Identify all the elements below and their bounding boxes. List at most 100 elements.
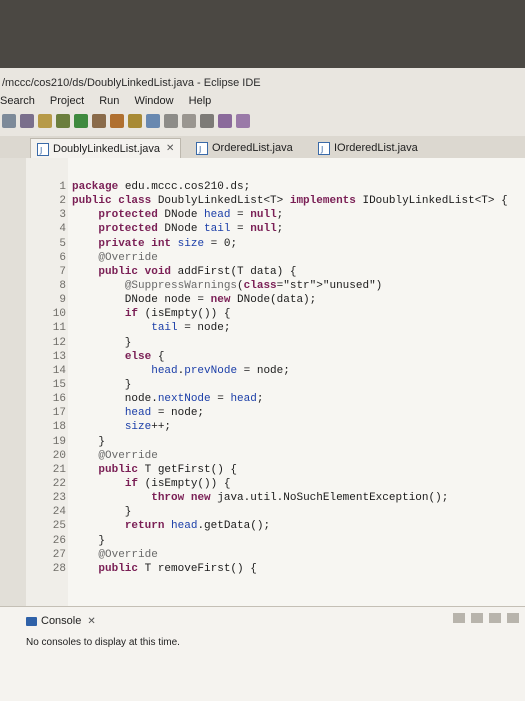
open-console-icon[interactable]	[489, 613, 501, 623]
code-text: @SuppressWarnings(class="str">"unused")	[124, 279, 383, 292]
code-text: node.nextNode = head;	[72, 393, 264, 406]
line-number: 1	[59, 181, 66, 193]
debug-icon[interactable]	[56, 114, 70, 128]
code-text: public T removeFirst() {	[98, 562, 257, 575]
code-line[interactable]: 1 package edu.mccc.cos210.ds;	[26, 180, 525, 194]
toggle-icon[interactable]	[146, 114, 160, 128]
code-text: return head.getData();	[124, 520, 271, 533]
menu-project[interactable]: Project	[50, 92, 84, 110]
layout-icon[interactable]	[164, 114, 178, 128]
java-file-icon	[37, 141, 49, 161]
tab-label: DoublyLinkedList.java	[53, 143, 161, 155]
line-number: 7	[59, 265, 66, 278]
code-text: throw new java.util.NoSuchElementExcepti…	[151, 492, 449, 505]
back-icon[interactable]	[218, 114, 232, 128]
code-text: head.prevNode = node;	[151, 364, 290, 377]
code-line[interactable]: 16 node.nextNode = head;	[26, 392, 525, 406]
code-line[interactable]: 10 if (isEmpty()) {	[26, 307, 525, 321]
code-line[interactable]: 6 @Override	[26, 251, 525, 265]
code-line[interactable]: 23 throw new java.util.NoSuchElementExce…	[26, 491, 525, 505]
code-line[interactable]: 24 }	[26, 505, 525, 519]
code-text: private int size = 0;	[98, 237, 238, 250]
code-text: if (isEmpty()) {	[124, 308, 231, 321]
console-toolbar	[453, 613, 519, 623]
code-text: else {	[124, 350, 165, 363]
line-number: 10	[52, 308, 66, 321]
line-number: 14	[52, 364, 66, 377]
code-line[interactable]: 26 }	[26, 534, 525, 548]
pin-icon[interactable]	[110, 114, 124, 128]
code-line[interactable]: 17 head = node;	[26, 406, 525, 420]
pin-console-icon[interactable]	[453, 613, 465, 623]
line-number: 12	[52, 336, 66, 349]
line-number: 27	[52, 548, 66, 561]
code-text: }	[72, 506, 132, 519]
code-line[interactable]: 12 }	[26, 336, 525, 350]
code-line[interactable]: 3 protected DNode head = null;	[26, 208, 525, 222]
code-area[interactable]: 1 package edu.mccc.cos210.ds; 2 public clas…	[26, 180, 525, 576]
line-number: 22	[52, 477, 66, 490]
line-number: 6	[59, 251, 66, 264]
line-number: 13	[52, 350, 66, 363]
code-line[interactable]: 20 @Override	[26, 449, 525, 463]
forward-icon[interactable]	[236, 114, 250, 128]
code-text: @Override	[98, 251, 158, 264]
close-icon[interactable]: ✕	[166, 139, 174, 159]
run-icon[interactable]	[74, 114, 88, 128]
code-line[interactable]: 11 tail = node;	[26, 321, 525, 335]
console-tab[interactable]: Console ✕	[26, 615, 96, 627]
code-text: tail = node;	[151, 322, 231, 335]
menu-run[interactable]: Run	[99, 92, 119, 110]
edit-icon[interactable]	[128, 114, 142, 128]
code-text: head = node;	[124, 407, 205, 420]
code-line[interactable]: 9 DNode node = new DNode(data);	[26, 293, 525, 307]
code-text: if (isEmpty()) {	[124, 477, 231, 490]
minimize-icon[interactable]	[507, 613, 519, 623]
tab-orderedlist[interactable]: OrderedList.java	[190, 138, 299, 160]
code-line[interactable]: 19 }	[26, 435, 525, 449]
tab-label: IOrderedList.java	[334, 142, 418, 154]
new-icon[interactable]	[2, 114, 16, 128]
code-line[interactable]: 22 if (isEmpty()) {	[26, 477, 525, 491]
code-line[interactable]: 28 public T removeFirst() {	[26, 562, 525, 576]
line-number: 17	[52, 407, 66, 420]
tab-doublylinkedlist[interactable]: DoublyLinkedList.java ✕	[30, 138, 182, 161]
code-text: @Override	[98, 548, 158, 561]
menu-help[interactable]: Help	[189, 92, 212, 110]
close-icon[interactable]: ✕	[87, 616, 95, 627]
code-line[interactable]: 21 public T getFirst() {	[26, 463, 525, 477]
code-text: DNode node = new DNode(data);	[72, 294, 317, 307]
paragraph-icon[interactable]	[182, 114, 196, 128]
code-line[interactable]: 27 @Override	[26, 548, 525, 562]
java-file-icon	[318, 140, 330, 160]
search-icon[interactable]	[20, 114, 34, 128]
line-number: 15	[52, 378, 66, 391]
code-line[interactable]: 2 public class DoublyLinkedList<T> implem…	[26, 194, 525, 208]
code-line[interactable]: 15 }	[26, 378, 525, 392]
line-number: 8	[59, 279, 66, 292]
code-line[interactable]: 8 @SuppressWarnings(class="str">"unused"…	[26, 279, 525, 293]
code-line[interactable]: 4 protected DNode tail = null;	[26, 222, 525, 236]
line-number: 28	[52, 562, 66, 575]
build-icon[interactable]	[38, 114, 52, 128]
tab-label: OrderedList.java	[212, 142, 293, 154]
line-number: 23	[52, 492, 66, 505]
code-line[interactable]: 7 public void addFirst(T data) {	[26, 265, 525, 279]
code-line[interactable]: 5 private int size = 0;	[26, 237, 525, 251]
tab-iorderedlist[interactable]: IOrderedList.java	[312, 138, 424, 160]
display-console-icon[interactable]	[471, 613, 483, 623]
code-line[interactable]: 14 head.prevNode = node;	[26, 364, 525, 378]
java-file-icon	[196, 140, 208, 160]
code-text: size++;	[124, 421, 172, 434]
settings-icon[interactable]	[92, 114, 106, 128]
console-icon	[26, 616, 37, 626]
line-number: 5	[59, 237, 66, 250]
navigate-icon[interactable]	[200, 114, 214, 128]
code-line[interactable]: 18 size++;	[26, 420, 525, 434]
menu-window[interactable]: Window	[134, 92, 173, 110]
line-number: 3	[59, 209, 66, 222]
line-number: 24	[52, 506, 66, 519]
menu-search[interactable]: Search	[0, 92, 35, 110]
code-line[interactable]: 13 else {	[26, 350, 525, 364]
code-line[interactable]: 25 return head.getData();	[26, 519, 525, 533]
